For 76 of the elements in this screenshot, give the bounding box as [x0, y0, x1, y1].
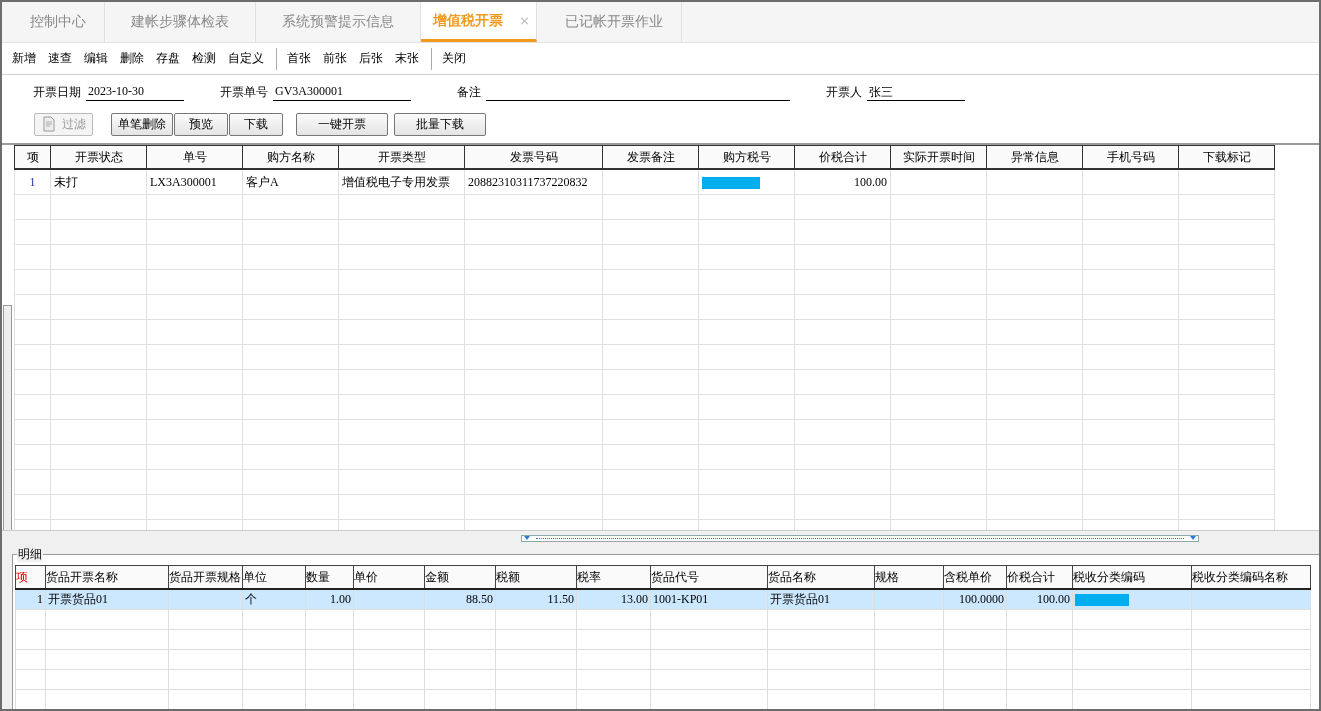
column-header[interactable]: 项 [14, 145, 51, 169]
toolbar-button[interactable]: 编辑 [82, 50, 115, 67]
action-button[interactable]: 单笔删除 [111, 112, 173, 136]
column-header[interactable]: 金额 [424, 565, 496, 589]
table-cell: 100.0000 [959, 592, 1004, 606]
scrollbar[interactable] [521, 534, 1199, 542]
toolbar-button[interactable]: 后张 [357, 50, 390, 67]
toolbar-button[interactable]: 关闭 [440, 50, 473, 67]
column-header[interactable]: 数量 [305, 565, 354, 589]
scrollbar[interactable] [3, 305, 12, 530]
action-button[interactable]: 预览 [174, 112, 228, 136]
column-header[interactable]: 货品开票规格 [168, 565, 243, 589]
toolbar-button[interactable]: 首张 [285, 50, 318, 67]
action-button[interactable]: 一键开票 [296, 112, 388, 136]
column-header[interactable]: 规格 [874, 565, 944, 589]
table-cell: 11.50 [547, 592, 574, 606]
table-cell: 开票货品01 [770, 592, 830, 606]
column-header[interactable]: 购方税号 [698, 145, 795, 169]
field-label: 开票人 [826, 84, 862, 101]
column-header[interactable]: 异常信息 [986, 145, 1083, 169]
column-header[interactable]: 税额 [495, 565, 577, 589]
table-row[interactable]: 1 开票货品01 个 1.00 88.50 11.50 13.00 1001-KP01 开票货品01 100.0000 100.00 [15, 589, 1311, 610]
column-header[interactable]: 购方名称 [242, 145, 339, 169]
toolbar-button[interactable]: 存盘 [154, 50, 187, 67]
toolbar-button[interactable]: 检测 [190, 50, 223, 67]
column-header[interactable]: 货品开票名称 [45, 565, 169, 589]
toolbar-button[interactable]: 新增 [10, 50, 43, 67]
column-header[interactable]: 发票备注 [602, 145, 699, 169]
column-header[interactable]: 下载标记 [1178, 145, 1275, 169]
column-header[interactable]: 单位 [242, 565, 306, 589]
column-header[interactable]: 发票号码 [464, 145, 603, 169]
column-header[interactable]: 税收分类编码 [1072, 565, 1192, 589]
input-field[interactable]: GV3A300001 [273, 84, 411, 101]
column-header[interactable]: 税率 [576, 565, 651, 589]
table-cell: 1001-KP01 [653, 592, 709, 606]
table-cell: 客户A [242, 169, 339, 195]
column-header[interactable]: 含税单价 [943, 565, 1007, 589]
field-label: 开票日期 [33, 84, 81, 101]
column-header[interactable]: 价税合计 [1006, 565, 1073, 589]
column-header[interactable]: 实际开票时间 [890, 145, 987, 169]
column-header[interactable]: 货品名称 [767, 565, 875, 589]
group-title: 明细 [17, 546, 43, 562]
table-cell: 1 [37, 592, 43, 606]
column-header[interactable]: 单号 [146, 145, 243, 169]
column-header[interactable]: 单价 [353, 565, 425, 589]
toolbar-button[interactable]: 自定义 [226, 50, 271, 67]
table-cell: LX3A300001 [146, 169, 243, 195]
table-cell: 20882310311737220832 [464, 169, 603, 195]
column-header[interactable]: 开票状态 [50, 145, 147, 169]
column-header[interactable]: 开票类型 [338, 145, 465, 169]
column-header[interactable]: 货品代号 [650, 565, 768, 589]
toolbar-button[interactable]: 删除 [118, 50, 151, 67]
document-icon [41, 116, 57, 132]
table-cell: 开票货品01 [48, 592, 108, 606]
table-cell: 个 [245, 592, 257, 606]
table-cell: 100.00 [1037, 592, 1070, 606]
toolbar-button[interactable]: 前张 [321, 50, 354, 67]
column-header[interactable]: 项 [15, 565, 46, 589]
table-cell: 1 [14, 169, 51, 195]
action-button[interactable]: 批量下载 [394, 112, 486, 136]
toolbar-button[interactable]: 速查 [46, 50, 79, 67]
column-header[interactable]: 价税合计 [794, 145, 891, 169]
column-header[interactable]: 税收分类编码名称 [1191, 565, 1311, 589]
action-button[interactable]: 下载 [229, 112, 283, 136]
table-cell: 未打 [50, 169, 147, 195]
table-cell: 100.00 [794, 169, 891, 195]
field-label: 备注 [457, 84, 481, 101]
toolbar-button[interactable]: 末张 [393, 50, 426, 67]
input-field[interactable]: 2023-10-30 [86, 84, 184, 101]
input-field[interactable]: 张三 [867, 84, 965, 101]
table-cell: 13.00 [621, 592, 648, 606]
table-cell: 1.00 [330, 592, 351, 606]
field-label: 开票单号 [220, 84, 268, 101]
table-cell: 增值税电子专用发票 [338, 169, 465, 195]
column-header[interactable]: 手机号码 [1082, 145, 1179, 169]
table-cell: 88.50 [466, 592, 493, 606]
